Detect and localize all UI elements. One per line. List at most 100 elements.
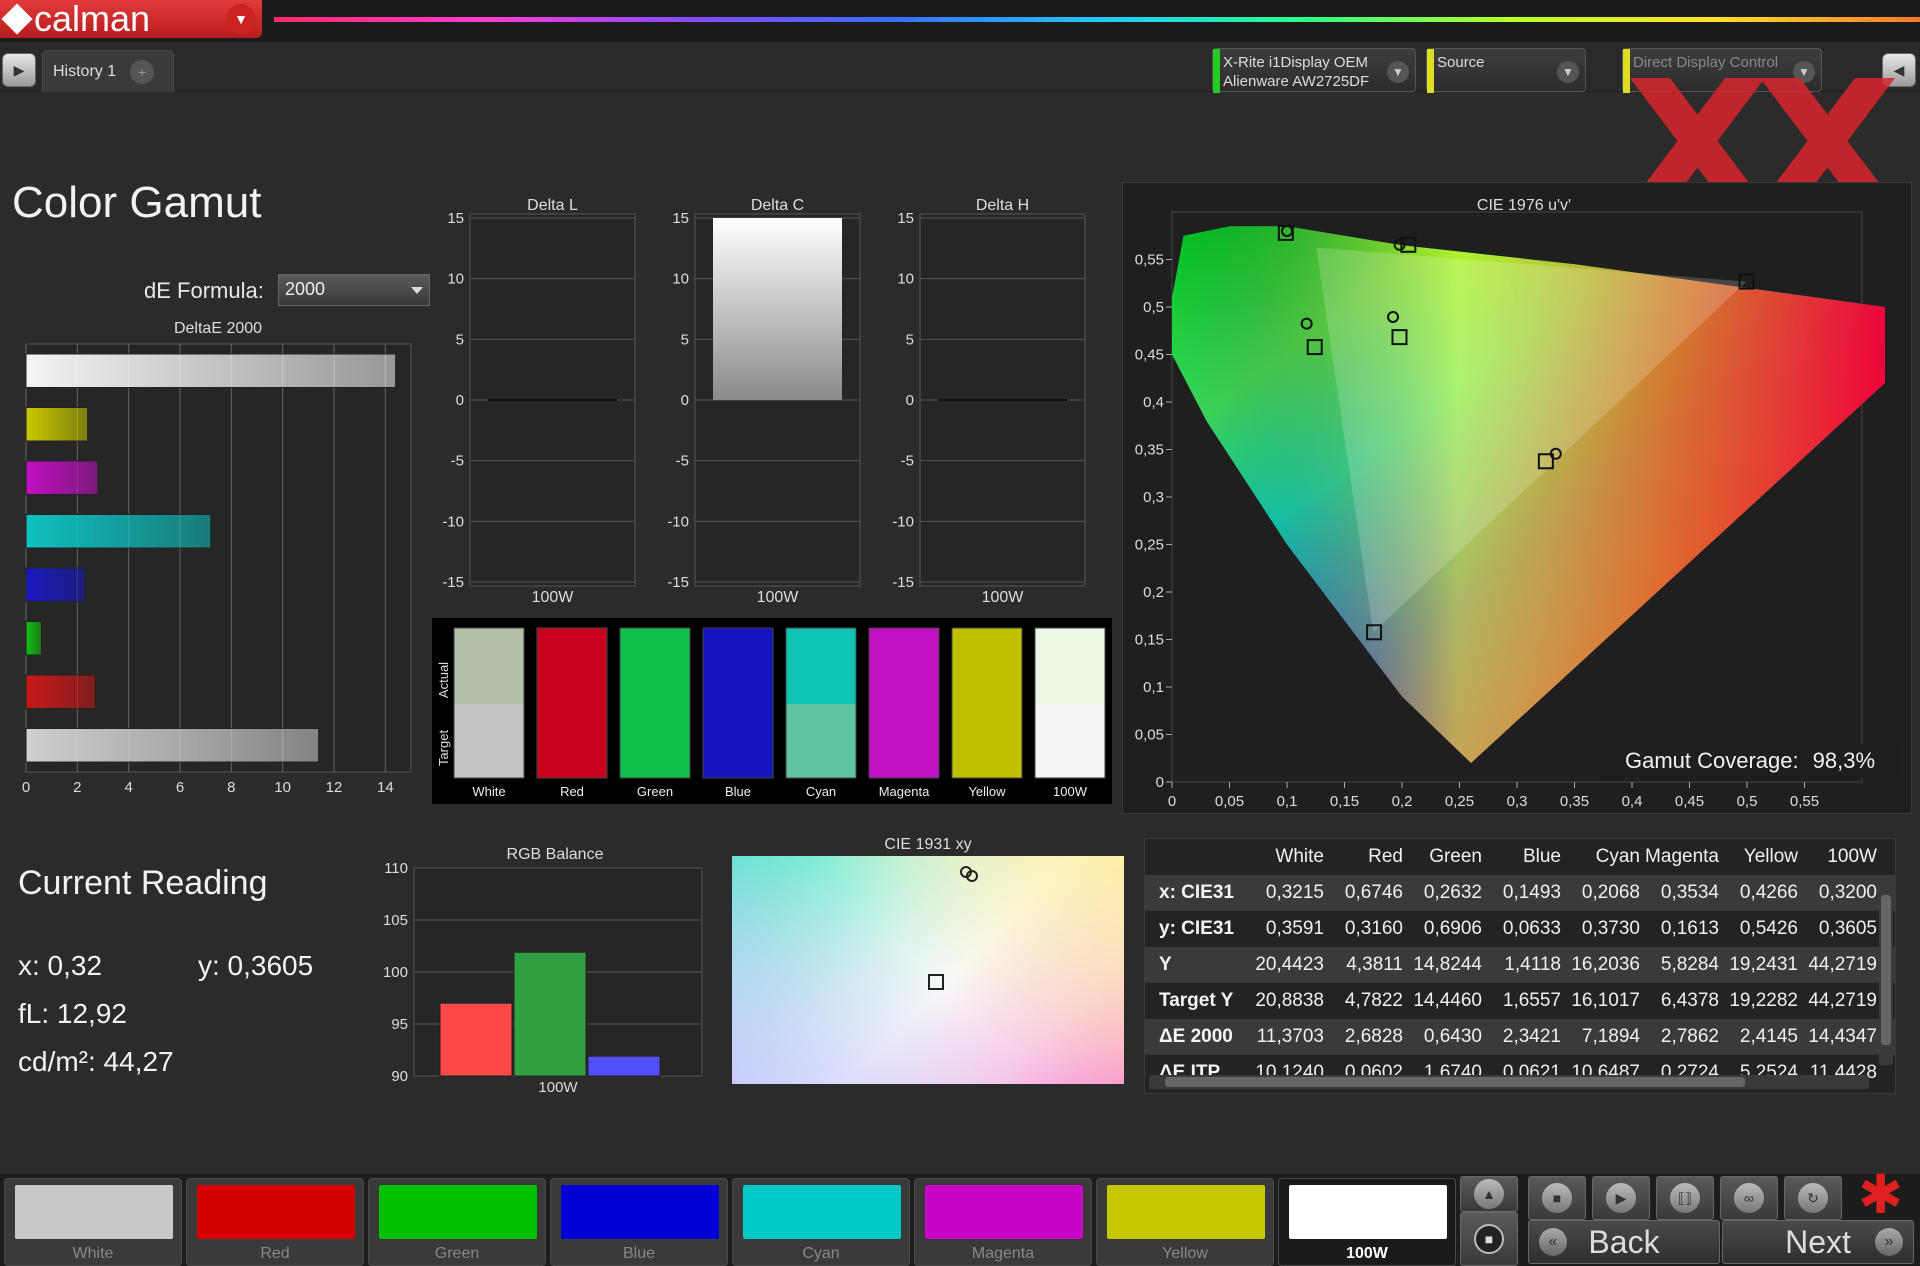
table-cell: 2,4145 [1739, 1026, 1798, 1047]
bottom-swatch-red[interactable]: Red [186, 1178, 364, 1266]
table-cell: 44,2719 [1808, 990, 1877, 1011]
swatch-target-100w [1035, 704, 1105, 778]
de-formula-value: 2000 [285, 279, 326, 299]
table-column-header: Yellow [1743, 846, 1798, 867]
rgb-y-tick: 110 [384, 860, 408, 877]
scrollbar-thumb[interactable] [1165, 1077, 1745, 1087]
meter-options-button[interactable]: ▲ [1460, 1176, 1518, 1212]
reading-y: y: 0,3605 [198, 950, 314, 981]
bottom-swatch-green[interactable]: Green [368, 1178, 546, 1266]
tab-label: History 1 [53, 62, 117, 80]
swatch-label: White [72, 1245, 114, 1262]
table-cell: 14,4347 [1808, 1026, 1877, 1047]
source-selector[interactable]: Source ▼ [1426, 48, 1586, 93]
bottom-swatch-magenta[interactable]: Magenta [914, 1178, 1092, 1266]
source-status-bar [1427, 49, 1434, 93]
bottom-swatch-white[interactable]: White [4, 1178, 182, 1266]
tab-history-1[interactable]: History 1 + [42, 50, 174, 92]
bottom-swatch-yellow[interactable]: Yellow [1096, 1178, 1274, 1266]
back-button[interactable]: « Back [1528, 1220, 1720, 1264]
table-row: x: CIE31 0,3215 0,6746 0,2632 0,1493 0,2068 0,… [1145, 875, 1895, 911]
delta-y-tick: -10 [892, 513, 914, 530]
chevron-down-icon: ▼ [1557, 61, 1579, 83]
table-cell: 0,3160 [1344, 918, 1403, 939]
table-cell: 0,0633 [1502, 918, 1561, 939]
delta-y-tick: 15 [672, 210, 689, 227]
reading-fl: fL: 12,92 [18, 998, 127, 1029]
deltae-x-tick: 4 [124, 779, 132, 796]
swatch-label: Green [434, 1245, 480, 1262]
delta-y-tick: -15 [442, 574, 464, 591]
actual-target-swatches: Actual Target White Red Green Blue Cyan Magenta… [432, 618, 1112, 804]
gamut-coverage: Gamut Coverage: 98,3% [1600, 744, 1900, 778]
asterisk-icon[interactable]: ✱ [1858, 1168, 1903, 1222]
deltae-x-tick: 8 [227, 779, 235, 796]
table-column-header: Blue [1522, 846, 1561, 867]
swatch-label: Magenta [971, 1245, 1035, 1262]
meter-line2: Alienware AW2725DF [1223, 73, 1370, 90]
stop-button[interactable]: ■ [1528, 1176, 1586, 1220]
chevron-down-icon: ▼ [1387, 61, 1409, 83]
read-button[interactable]: ▶ [1592, 1176, 1650, 1220]
de-formula-select[interactable]: 2000 [278, 274, 430, 306]
delta-y-tick: -15 [892, 574, 914, 591]
white-target-marker [928, 974, 944, 990]
swatch-target-white [454, 704, 524, 778]
cie1976-y-tick: 0,4 [1143, 394, 1164, 411]
bottom-swatch-100w[interactable]: 100W [1278, 1178, 1456, 1266]
delta-y-tick: -5 [676, 453, 689, 470]
table-cell: 0,5426 [1739, 918, 1798, 939]
stop-all-button[interactable]: ■ [1460, 1212, 1518, 1266]
play-icon: ▶ [13, 61, 25, 78]
deltae-bar-100w [25, 353, 397, 388]
cie1931-title: CIE 1931 xy [884, 836, 972, 853]
table-column-header: Green [1429, 846, 1482, 867]
swatch-target-yellow [952, 704, 1022, 778]
chevron-down-icon[interactable]: ▼ [226, 4, 256, 34]
swatch-actual-red [537, 628, 607, 704]
delta-y-tick: -5 [901, 453, 914, 470]
cie1976-x-tick: 0,4 [1622, 793, 1643, 810]
delta-y-tick: -10 [667, 513, 689, 530]
delta-y-tick: 10 [897, 271, 914, 288]
swatch-label: Red [260, 1245, 290, 1262]
swatch-actual-cyan [786, 628, 856, 704]
swatch-label: Blue [622, 1245, 656, 1262]
infinity-icon: ∞ [1734, 1183, 1764, 1213]
table-cell: 0,3534 [1660, 882, 1719, 903]
rgb-bar-r [439, 1002, 513, 1077]
swatch-label: White [472, 784, 505, 799]
continuous-read-button[interactable]: ∞ [1720, 1176, 1778, 1220]
swatch-label: Red [560, 784, 584, 799]
table-cell: 0,1493 [1502, 882, 1561, 903]
swatch-color [561, 1185, 719, 1239]
table-cell: 19,2431 [1729, 954, 1798, 975]
refresh-button[interactable]: ↻ [1784, 1176, 1842, 1220]
swatch-label: Green [637, 784, 673, 799]
swatch-label: Yellow [968, 784, 1006, 799]
deltae-bar-cyan [25, 514, 212, 549]
read-series-button[interactable]: ⟦⟧ [1656, 1176, 1714, 1220]
cie1976-y-tick: 0,55 [1135, 252, 1164, 269]
deltae-bar-white [25, 728, 320, 763]
next-button[interactable]: Next » [1722, 1220, 1914, 1264]
delta-x-label: 100W [982, 589, 1025, 606]
calman-logo[interactable]: calman ▼ [0, 0, 262, 39]
swatch-color [197, 1185, 355, 1239]
scrollbar-thumb[interactable] [1881, 895, 1891, 1045]
swatch-target-green [620, 704, 690, 778]
horizontal-scrollbar[interactable] [1149, 1075, 1869, 1089]
meter-selector[interactable]: X-Rite i1Display OEM Alienware AW2725DF … [1212, 48, 1416, 93]
play-workflow-button[interactable]: ▶ [2, 53, 36, 87]
cie1976-x-tick: 0 [1168, 793, 1176, 810]
table-column-header: Red [1368, 846, 1403, 867]
bottom-swatch-blue[interactable]: Blue [550, 1178, 728, 1266]
chevron-left-icon: ◀ [1893, 61, 1905, 78]
delta-y-tick: 5 [681, 331, 689, 348]
rgb-x-label: 100W [538, 1079, 578, 1096]
vertical-scrollbar[interactable] [1879, 879, 1893, 1065]
bottom-swatch-cyan[interactable]: Cyan [732, 1178, 910, 1266]
add-tab-icon[interactable]: + [130, 59, 155, 84]
swatch-label: 100W [1346, 1245, 1388, 1262]
swatch-label: Magenta [879, 784, 930, 799]
